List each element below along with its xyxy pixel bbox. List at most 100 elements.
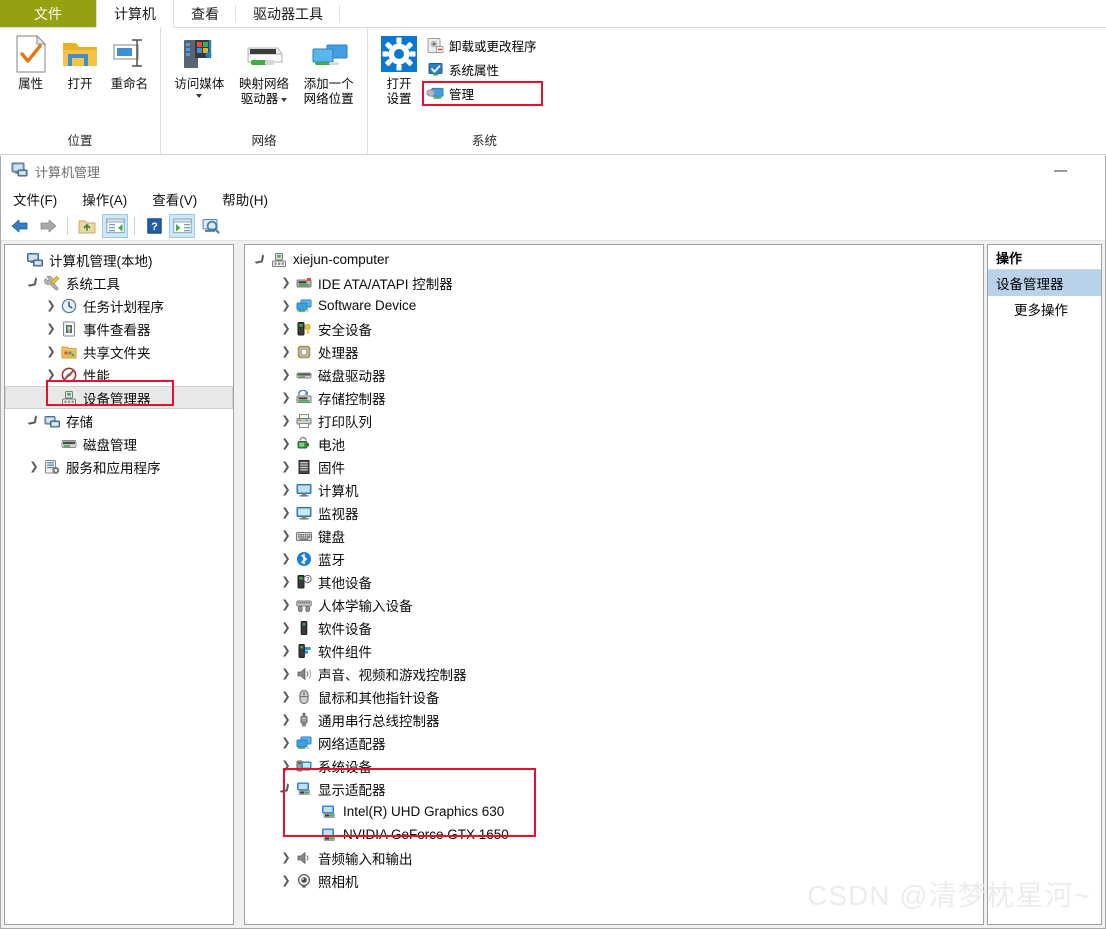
tree-expander-collapsed[interactable]: ❯ [278, 621, 294, 634]
tree-item[interactable]: NVIDIA GeForce GTX 1650 [245, 823, 983, 846]
menu-item-action[interactable]: 操作(A) [80, 187, 139, 211]
ribbon-button-map-network-drive[interactable]: 映射网络 驱动器 [232, 31, 297, 107]
tree-expander-collapsed[interactable]: ❯ [278, 391, 294, 404]
tree-item[interactable]: ❯ 蓝牙 [245, 547, 983, 570]
ribbon-button-rename[interactable]: 重命名 [105, 31, 154, 92]
forward-button[interactable] [35, 214, 61, 238]
tree-item[interactable]: ❯ 计算机 [245, 478, 983, 501]
tree-expander-collapsed[interactable]: ❯ [278, 437, 294, 450]
tree-item[interactable]: ❯ 照相机 [245, 869, 983, 892]
tree-expander-collapsed[interactable]: ❯ [43, 345, 59, 358]
tree-item[interactable]: 磁盘管理 [5, 432, 233, 455]
tree-item[interactable]: ❯ 共享文件夹 [5, 340, 233, 363]
tree-item[interactable]: ❯ 通用串行总线控制器 [245, 708, 983, 731]
tree-expander-collapsed[interactable]: ❯ [43, 368, 59, 381]
tree-item[interactable]: ❯ 服务和应用程序 [5, 455, 233, 478]
tree-item[interactable]: ❯ 监视器 [245, 501, 983, 524]
ribbon-button-add-network-location[interactable]: 添加一个 网络位置 [296, 31, 361, 107]
tree-item[interactable]: ❯ 安全设备 [245, 317, 983, 340]
tree-expander-collapsed[interactable]: ❯ [278, 759, 294, 772]
show-hide-console-tree-button[interactable] [102, 214, 128, 238]
tree-expander-collapsed[interactable]: ❯ [278, 345, 294, 358]
scan-for-hardware-changes-button[interactable] [197, 214, 223, 238]
tree-expander-collapsed[interactable]: ❯ [278, 552, 294, 565]
ribbon-button-open[interactable]: 打开 [55, 31, 104, 92]
tree-expander-collapsed[interactable]: ❯ [278, 851, 294, 864]
tree-item[interactable]: ❯ Software Device [245, 294, 983, 317]
ribbon-button-properties[interactable]: 属性 [6, 31, 55, 92]
ribbon-button-manage[interactable]: 管理 [422, 81, 543, 106]
tree-item[interactable]: ❯ 鼠标和其他指针设备 [245, 685, 983, 708]
tree-expander-collapsed[interactable]: ❯ [26, 460, 42, 473]
ribbon-button-open-settings[interactable]: 打开 设置 [374, 31, 424, 107]
tree-item[interactable]: ❯ xiejun-computer [245, 248, 983, 271]
tree-expander-collapsed[interactable]: ❯ [278, 874, 294, 887]
ribbon-button-uninstall-program[interactable]: 卸载或更改程序 [424, 35, 541, 56]
tree-item[interactable]: ❯ 任务计划程序 [5, 294, 233, 317]
tree-expander-collapsed[interactable]: ❯ [43, 299, 59, 312]
tree-expander-collapsed[interactable]: ❯ [278, 506, 294, 519]
tree-expander-collapsed[interactable]: ❯ [278, 667, 294, 680]
help-button[interactable]: ? [141, 214, 167, 238]
tree-item[interactable]: Intel(R) UHD Graphics 630 [245, 800, 983, 823]
left-splitter[interactable] [235, 244, 242, 925]
tree-item[interactable]: ❯ 存储 [5, 409, 233, 432]
chevron-down-icon[interactable] [281, 97, 288, 102]
tree-expander-collapsed[interactable]: ❯ [278, 322, 294, 335]
ribbon-tab-computer[interactable]: 计算机 [96, 0, 174, 28]
ribbon-tab-file[interactable]: 文件 [0, 0, 96, 27]
ribbon-tab-view[interactable]: 查看 [174, 0, 236, 27]
tree-item[interactable]: ❯ 网络适配器 [245, 731, 983, 754]
tree-item[interactable]: ❯ 处理器 [245, 340, 983, 363]
tree-expander-collapsed[interactable]: ❯ [278, 529, 294, 542]
tree-expander-collapsed[interactable]: ❯ [278, 368, 294, 381]
tree-expander-collapsed[interactable]: ❯ [43, 322, 59, 335]
tree-item[interactable]: ❯ 软件组件 [245, 639, 983, 662]
tree-expander-collapsed[interactable]: ❯ [278, 644, 294, 657]
tree-item[interactable]: ❯ 磁盘驱动器 [245, 363, 983, 386]
menu-item-help[interactable]: 帮助(H) [220, 187, 280, 211]
actions-pane-more-actions[interactable]: 更多操作 [988, 296, 1101, 322]
ribbon-button-system-properties[interactable]: 系统属性 [424, 59, 541, 80]
tree-expander-collapsed[interactable]: ❯ [278, 690, 294, 703]
tree-expander-collapsed[interactable]: ❯ [278, 483, 294, 496]
tree-item[interactable]: ❯ 软件设备 [245, 616, 983, 639]
tree-item[interactable]: ❯ 系统设备 [245, 754, 983, 777]
ribbon-tab-drive-tools[interactable]: 驱动器工具 [236, 0, 340, 27]
tree-item[interactable]: ❯? 其他设备 [245, 570, 983, 593]
tree-expander-collapsed[interactable]: ❯ [278, 276, 294, 289]
tree-item[interactable]: 设备管理器 [5, 386, 233, 409]
tree-item[interactable]: ❯ 存储控制器 [245, 386, 983, 409]
tree-item[interactable]: ❯ 事件查看器 [5, 317, 233, 340]
tree-item[interactable]: ❯ 电池 [245, 432, 983, 455]
tree-item[interactable]: 计算机管理(本地) [5, 248, 233, 271]
tree-item[interactable]: ❯ 固件 [245, 455, 983, 478]
actions-pane-selected-node[interactable]: 设备管理器 [988, 270, 1101, 296]
tree-item[interactable]: ❯ 人体学输入设备 [245, 593, 983, 616]
chevron-down-icon[interactable] [196, 94, 203, 98]
tree-item[interactable]: ❯ 键盘 [245, 524, 983, 547]
tree-item[interactable]: ❯ 显示适配器 [245, 777, 983, 800]
tree-item[interactable]: ❯ IDE ATA/ATAPI 控制器 [245, 271, 983, 294]
menu-item-file[interactable]: 文件(F) [11, 187, 69, 211]
tree-item[interactable]: ❯ 系统工具 [5, 271, 233, 294]
back-button[interactable] [7, 214, 33, 238]
tree-expander-collapsed[interactable]: ❯ [278, 713, 294, 726]
tree-expander-collapsed[interactable]: ❯ [278, 414, 294, 427]
up-folder-button[interactable] [74, 214, 100, 238]
tree-item[interactable]: ❯ 性能 [5, 363, 233, 386]
tree-item[interactable]: ❯ 音频输入和输出 [245, 846, 983, 869]
tree-expander-collapsed[interactable]: ❯ [278, 460, 294, 473]
tree-item[interactable]: ❯ 打印队列 [245, 409, 983, 432]
tree-expander-collapsed[interactable]: ❯ [278, 736, 294, 749]
ribbon-button-access-media[interactable]: 访问媒体 [167, 31, 232, 98]
device-tree[interactable]: ❯ xiejun-computer ❯ IDE ATA/ATAPI 控制器 ❯ Softw… [245, 245, 983, 892]
menu-item-view[interactable]: 查看(V) [150, 187, 209, 211]
tree-expander-collapsed[interactable]: ❯ [278, 598, 294, 611]
console-tree[interactable]: 计算机管理(本地) ❯ 系统工具 ❯ 任务计划程序 ❯ 事件查看器 ❯ 共享文件夹 ❯ 性能 设备管理… [5, 245, 233, 478]
show-hide-action-pane-button[interactable] [169, 214, 195, 238]
tree-expander-collapsed[interactable]: ❯ [278, 575, 294, 588]
minimize-button[interactable] [1038, 156, 1083, 186]
tree-expander-collapsed[interactable]: ❯ [278, 299, 294, 312]
tree-item[interactable]: ❯ 声音、视频和游戏控制器 [245, 662, 983, 685]
